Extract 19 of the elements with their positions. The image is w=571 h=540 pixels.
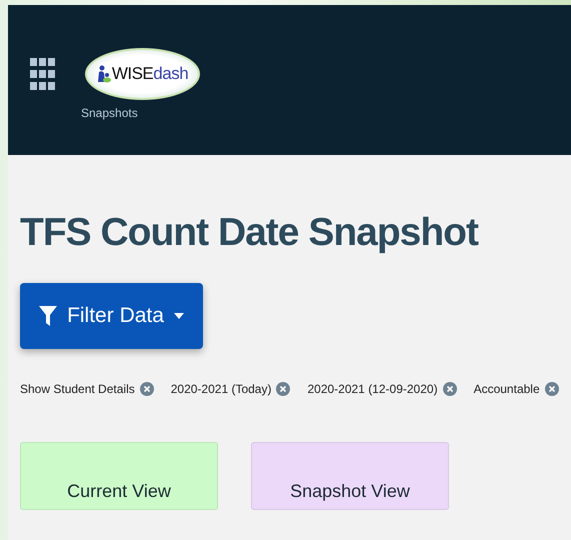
caret-icon (174, 313, 184, 319)
remove-filter-icon[interactable] (442, 382, 457, 396)
view-toggle[interactable]: Current View (20, 442, 218, 510)
page-title: TFS Count Date Snapshot (20, 211, 478, 255)
remove-filter-icon[interactable] (544, 382, 559, 396)
remove-filter-icon[interactable] (276, 382, 290, 396)
family-logo-icon (96, 65, 111, 83)
filter-chip-label: Show Student Details (20, 382, 135, 396)
logo-badge[interactable]: WISEdash (85, 48, 200, 100)
apps-grid-icon[interactable] (30, 58, 55, 91)
view-toggle[interactable]: Snapshot View (251, 442, 449, 510)
filter-chip-label: Accountable (474, 382, 540, 396)
app-subtitle: Snapshots (81, 106, 139, 120)
filter-chip-label: 2020-2021 (12-09-2020) (307, 382, 438, 396)
remove-filter-icon[interactable] (140, 382, 154, 396)
filter-chip-label: 2020-2021 (Today) (170, 382, 272, 396)
filter-icon (39, 306, 58, 326)
filter-data-button[interactable]: Filter Data (20, 283, 203, 349)
logo-text: WISEdash (112, 64, 188, 84)
